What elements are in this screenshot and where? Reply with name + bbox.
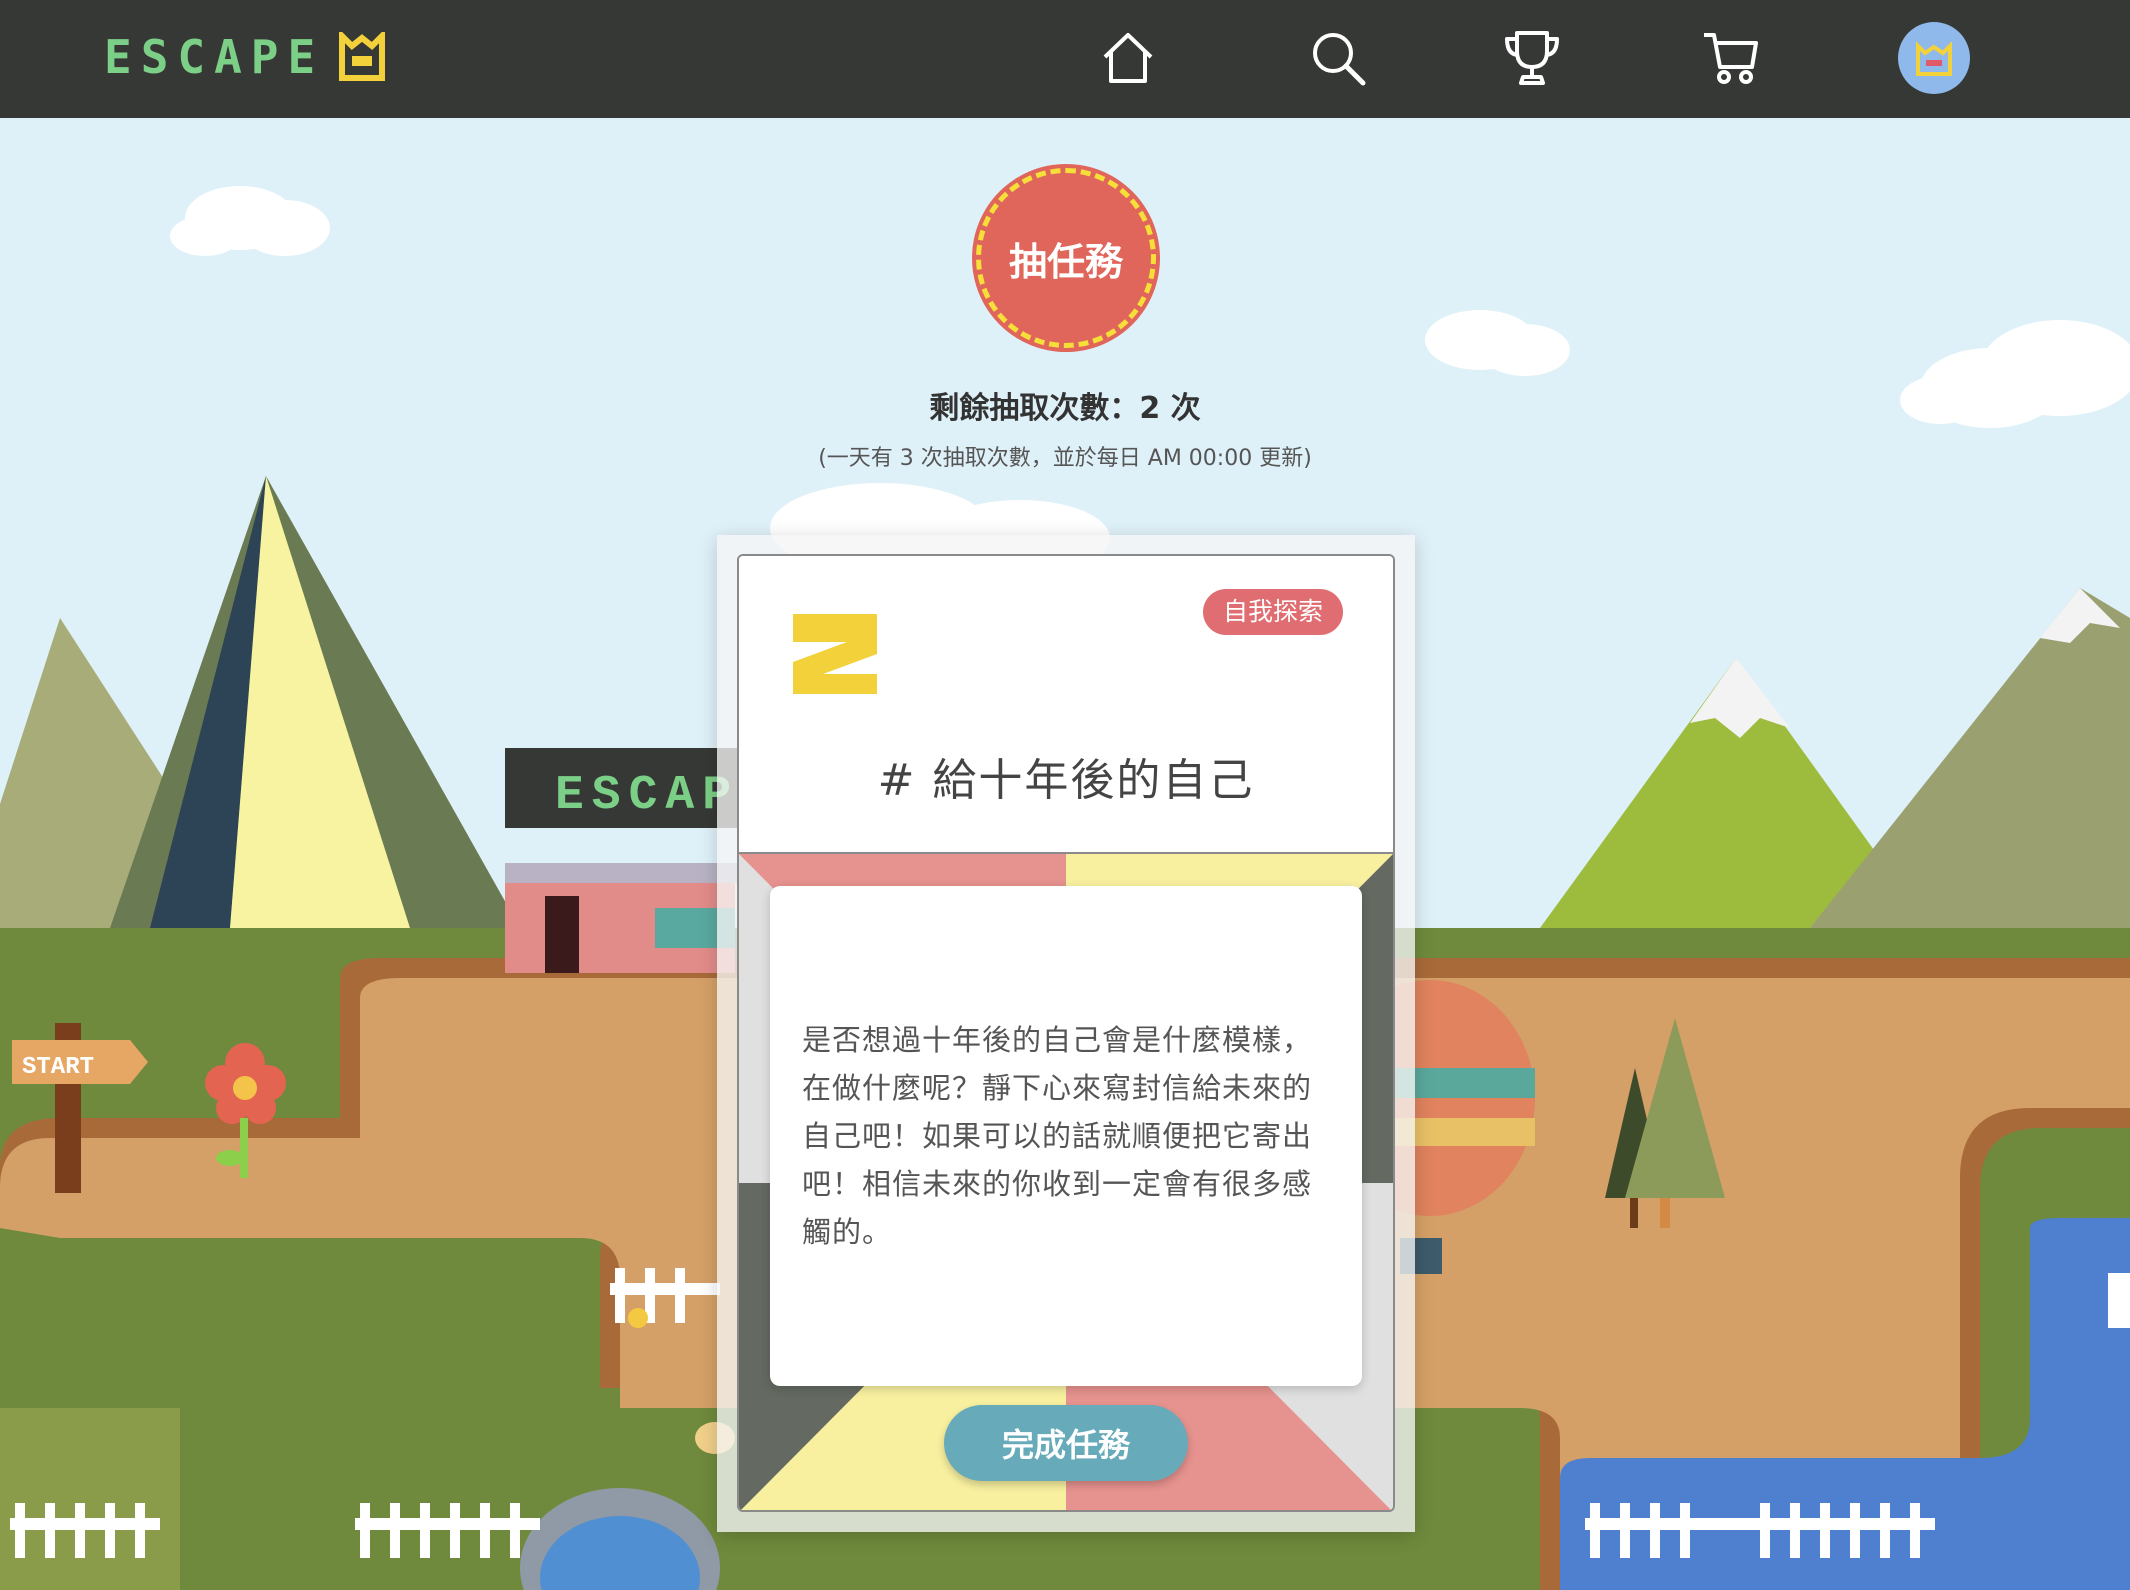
search-icon[interactable] xyxy=(1307,27,1369,89)
mission-number-icon xyxy=(793,614,877,694)
mission-description-box: 是否想過十年後的自己會是什麼模樣，在做什麼呢？靜下心來寫封信給未來的自己吧！如果… xyxy=(770,886,1362,1386)
trophy-icon[interactable] xyxy=(1501,27,1563,89)
top-nav: ESCAPE xyxy=(0,0,2130,118)
mission-title: # 給十年後的自己 xyxy=(877,755,1255,806)
mission-description: 是否想過十年後的自己會是什麼模樣，在做什麼呢？靜下心來寫封信給未來的自己吧！如果… xyxy=(802,1023,1313,1249)
cart-icon[interactable] xyxy=(1700,27,1762,89)
mission-category-badge: 自我探索 xyxy=(1203,589,1344,635)
draw-mission-button[interactable]: 抽任務 xyxy=(976,168,1156,348)
cat-logo-icon xyxy=(339,32,386,81)
mission-card: 自我探索 # 給十年後的自己 是否想過十年後的自己會是什麼模樣，在做什麼呢？靜下… xyxy=(737,554,1395,1512)
avatar[interactable] xyxy=(1898,22,1970,94)
brand-logo[interactable]: ESCAPE xyxy=(104,30,386,84)
mission-card-header: 自我探索 # 給十年後的自己 xyxy=(739,556,1393,854)
brand-name: ESCAPE xyxy=(104,30,325,84)
home-icon[interactable] xyxy=(1097,27,1159,89)
remaining-draws-label: 剩餘抽取次數：2 次 xyxy=(929,391,1201,426)
draw-rule-note: (一天有 3 次抽取次數，並於每日 AM 00:00 更新) xyxy=(818,446,1312,471)
svg-text:START: START xyxy=(22,1054,94,1081)
complete-mission-button[interactable]: 完成任務 xyxy=(944,1405,1188,1481)
